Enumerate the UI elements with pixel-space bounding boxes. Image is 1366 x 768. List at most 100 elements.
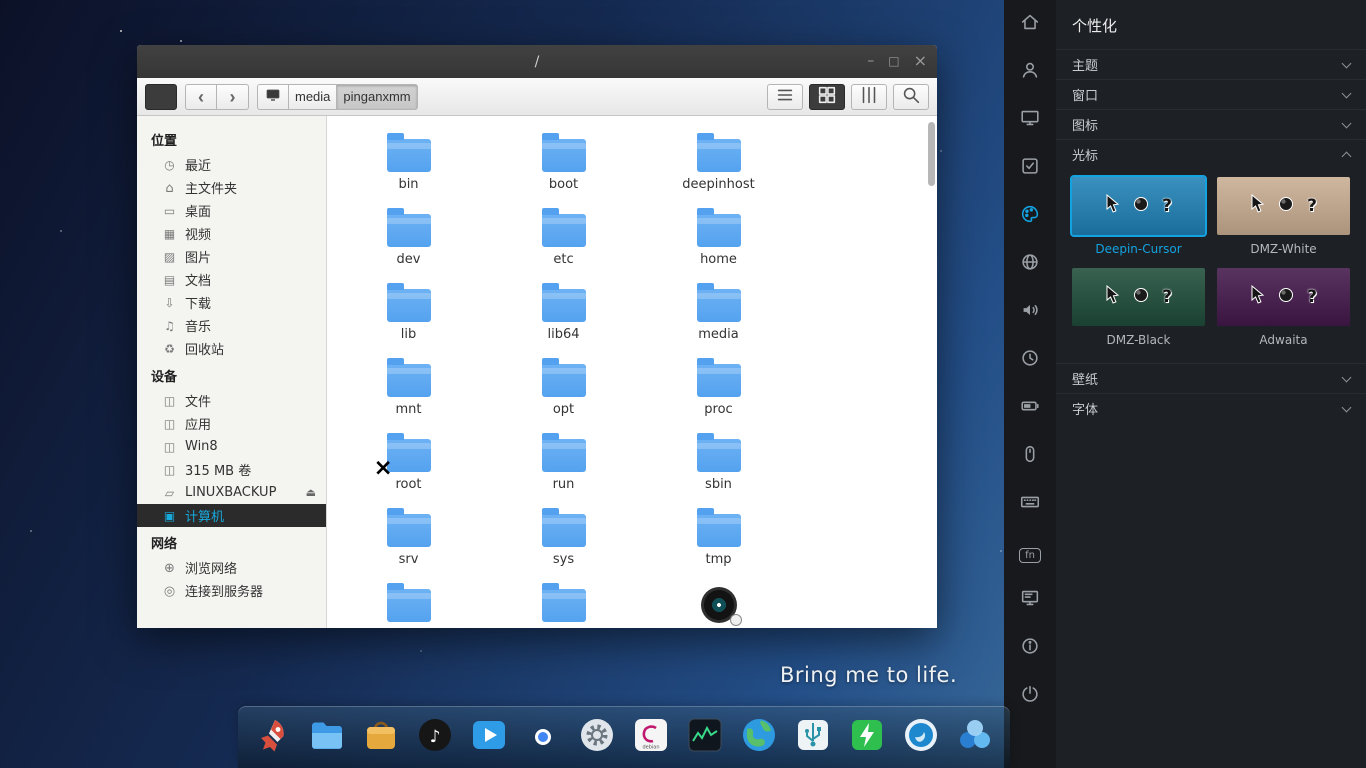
settings-section-label: 图标 (1072, 119, 1099, 134)
drive-icon: ◫ (163, 416, 176, 431)
folder-item[interactable]: run (486, 430, 641, 493)
folder-item[interactable]: × root (331, 430, 486, 493)
maximize-icon[interactable]: □ (888, 54, 899, 69)
debian-dock-item[interactable]: debian (629, 715, 673, 759)
deepin-dock-item[interactable] (899, 715, 943, 759)
settings-section-row[interactable]: 壁纸 (1056, 363, 1366, 393)
breadcrumb-computer-button[interactable] (257, 83, 289, 110)
folder-item[interactable]: boot (486, 130, 641, 193)
sidebar-item[interactable]: ◫ 文件 (137, 389, 326, 412)
usb-dock-item[interactable] (791, 715, 835, 759)
folder-label: media (698, 327, 739, 342)
back-button[interactable]: ‹ (185, 83, 217, 110)
sidebar-item[interactable]: ⇩ 下载 (137, 291, 326, 314)
folder-label: home (700, 252, 737, 267)
sidebar-item[interactable]: ◫ Win8 (137, 435, 326, 458)
folder-item[interactable] (331, 580, 486, 628)
breadcrumb-item[interactable]: pinganxmm (337, 83, 418, 110)
sidebar-item[interactable]: ▱ LINUXBACKUP ⏏ (137, 481, 326, 504)
sound-nav-item[interactable] (1004, 288, 1056, 336)
sidebar-item[interactable]: ▨ 图片 (137, 245, 326, 268)
folder-item[interactable]: bin (331, 130, 486, 193)
window-titlebar[interactable]: / – □ × (137, 45, 937, 78)
browser-earth-dock-item[interactable] (737, 715, 781, 759)
folder-item[interactable]: media (641, 280, 796, 343)
personalization-nav-item[interactable] (1004, 192, 1056, 240)
shortcuts-nav-item[interactable]: fn (1004, 528, 1056, 576)
folder-item[interactable]: mnt (331, 355, 486, 418)
chrome-dock-item[interactable] (521, 715, 565, 759)
launcher-dock-item[interactable] (251, 715, 295, 759)
file-manager-dock-item[interactable] (305, 715, 349, 759)
chevron-down-icon (1341, 372, 1352, 382)
sidebar-item[interactable]: ♻ 回收站 (137, 337, 326, 360)
settings-section-row[interactable]: 光标 (1056, 139, 1366, 169)
places-toggle-button[interactable] (145, 83, 177, 110)
shutdown-nav-item[interactable] (1004, 672, 1056, 720)
sidebar-item[interactable]: ◫ 315 MB 卷 (137, 458, 326, 481)
folder-item[interactable]: opt (486, 355, 641, 418)
sidebar-item[interactable]: ⌂ 主文件夹 (137, 176, 326, 199)
movie-dock-item[interactable] (467, 715, 511, 759)
system-monitor-dock-item[interactable] (683, 715, 727, 759)
folder-item[interactable]: tmp (641, 505, 796, 568)
sidebar-item[interactable]: ◫ 应用 (137, 412, 326, 435)
folder-item[interactable]: proc (641, 355, 796, 418)
eject-icon[interactable]: ⏏ (306, 486, 316, 499)
folder-item[interactable]: dev (331, 205, 486, 268)
sidebar-item[interactable]: ⊕ 浏览网络 (137, 556, 326, 579)
breadcrumb-item[interactable]: media (289, 83, 338, 110)
folder-icon (386, 358, 431, 397)
mouse-nav-item[interactable] (1004, 432, 1056, 480)
settings-section-row[interactable]: 窗口 (1056, 79, 1366, 109)
folder-item[interactable]: etc (486, 205, 641, 268)
power-nav-item[interactable] (1004, 384, 1056, 432)
battery-dock-item[interactable] (845, 715, 889, 759)
sidebar-item[interactable]: ▣ 计算机 (137, 504, 326, 527)
folder-item[interactable]: deepinhost (641, 130, 796, 193)
sidebar-item[interactable]: ▤ 文档 (137, 268, 326, 291)
folder-item[interactable]: lib (331, 280, 486, 343)
folder-item[interactable]: sys (486, 505, 641, 568)
account-nav-item[interactable] (1004, 48, 1056, 96)
folder-item[interactable]: lib64 (486, 280, 641, 343)
disc-item[interactable] (641, 580, 796, 628)
cursor-theme-tile[interactable]: ? DMZ-White (1217, 177, 1350, 256)
colors-dock-item[interactable] (953, 715, 997, 759)
settings-section-row[interactable]: 主题 (1056, 49, 1366, 79)
sidebar-item[interactable]: ◷ 最近 (137, 153, 326, 176)
sidebar-item[interactable]: ▭ 桌面 (137, 199, 326, 222)
datetime-nav-item[interactable] (1004, 336, 1056, 384)
folder-icon (696, 208, 741, 247)
sidebar-item[interactable]: ◎ 连接到服务器 (137, 579, 326, 602)
nav-home-nav-item[interactable] (1004, 0, 1056, 48)
forward-button[interactable]: › (217, 83, 249, 110)
network-nav-item[interactable] (1004, 240, 1056, 288)
settings-section-row[interactable]: 字体 (1056, 393, 1366, 423)
folder-item[interactable]: home (641, 205, 796, 268)
settings-section-row[interactable]: 图标 (1056, 109, 1366, 139)
settings-dock-item[interactable] (575, 715, 619, 759)
music-player-dock-item[interactable]: ♪ (413, 715, 457, 759)
folder-item[interactable] (486, 580, 641, 628)
scrollbar-thumb[interactable] (928, 122, 935, 186)
display-nav-item[interactable] (1004, 96, 1056, 144)
app-store-dock-item[interactable] (359, 715, 403, 759)
list-view-button[interactable] (767, 83, 803, 110)
default-apps-nav-item[interactable] (1004, 144, 1056, 192)
folder-item[interactable]: sbin (641, 430, 796, 493)
info-nav-item[interactable] (1004, 624, 1056, 672)
sidebar-item[interactable]: ▦ 视频 (137, 222, 326, 245)
icon-view-button[interactable] (809, 83, 845, 110)
cursor-theme-tile[interactable]: ? DMZ-Black (1072, 268, 1205, 347)
cursor-theme-tile[interactable]: ? Deepin-Cursor (1070, 175, 1207, 256)
sidebar-item[interactable]: ♫ 音乐 (137, 314, 326, 337)
folder-item[interactable]: srv (331, 505, 486, 568)
close-icon[interactable]: × (914, 53, 927, 70)
minimize-icon[interactable]: – (867, 54, 874, 69)
compact-view-button[interactable] (851, 83, 887, 110)
system-info-nav-item[interactable] (1004, 576, 1056, 624)
search-button[interactable] (893, 83, 929, 110)
cursor-theme-tile[interactable]: ? Adwaita (1217, 268, 1350, 347)
keyboard-nav-item[interactable] (1004, 480, 1056, 528)
